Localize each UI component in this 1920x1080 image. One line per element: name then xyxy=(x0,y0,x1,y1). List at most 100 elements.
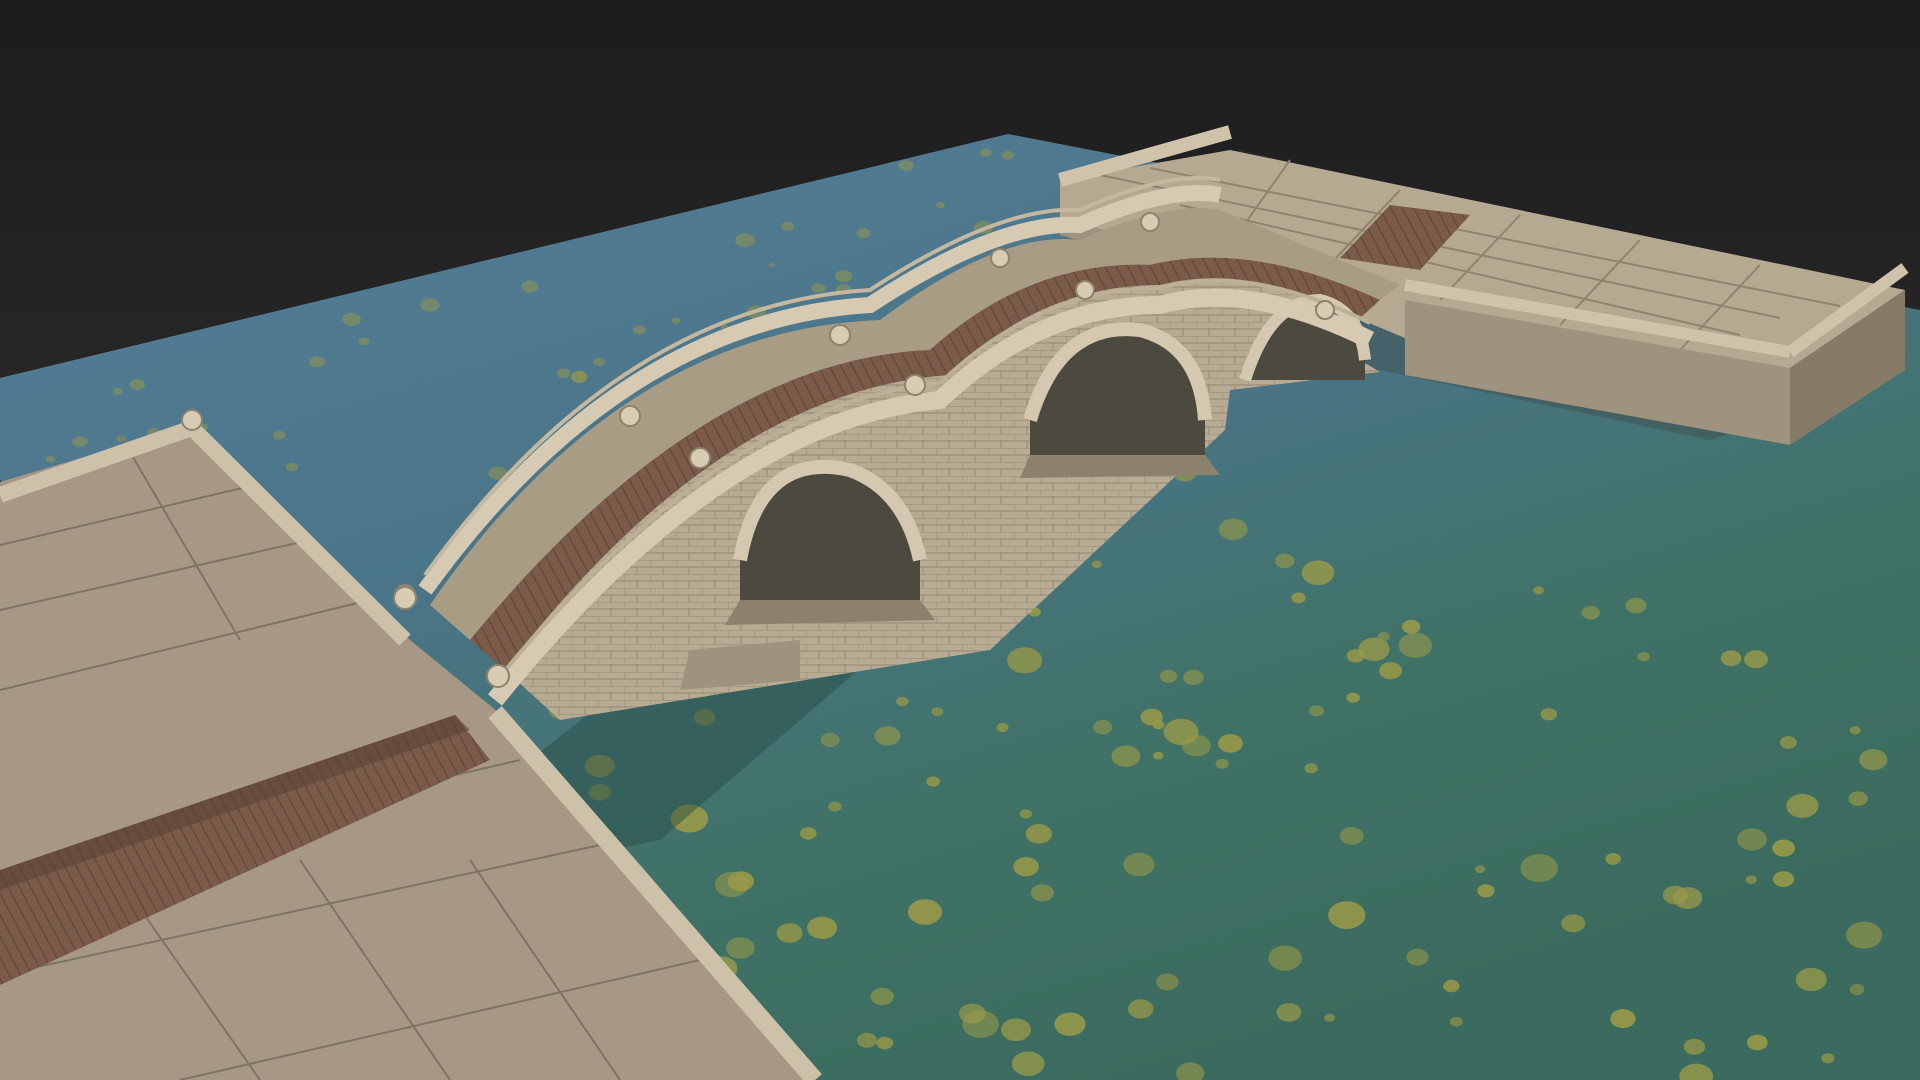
lily-pad xyxy=(1301,560,1335,585)
lily-pad xyxy=(1140,708,1163,726)
lily-pad xyxy=(1581,605,1600,620)
lily-pad xyxy=(1610,1009,1636,1029)
lily-pad xyxy=(811,283,826,294)
lily-pad xyxy=(1007,647,1043,674)
lily-pad xyxy=(593,357,606,366)
lily-pad xyxy=(1030,884,1054,902)
lily-pad xyxy=(1673,887,1703,909)
lily-pad xyxy=(1156,973,1179,991)
lily-pad xyxy=(1450,1016,1463,1027)
lily-pad xyxy=(1019,809,1033,819)
lily-pad xyxy=(874,726,901,746)
lily-pad xyxy=(1402,619,1421,634)
lily-pad xyxy=(1625,597,1647,614)
lily-pad xyxy=(1276,1003,1302,1022)
lily-pad xyxy=(800,827,817,840)
lily-pad xyxy=(1339,827,1364,845)
lily-pad xyxy=(1324,1013,1335,1022)
lily-pad xyxy=(671,317,681,324)
lily-pad xyxy=(962,1010,999,1038)
lily-pad xyxy=(926,776,940,787)
lily-pad xyxy=(1001,1018,1031,1042)
lily-pad xyxy=(1720,650,1742,666)
lily-pad xyxy=(1379,662,1402,680)
lily-pad xyxy=(996,722,1009,733)
lily-pad xyxy=(1159,669,1178,683)
lily-pad xyxy=(1218,734,1243,753)
lily-pad xyxy=(342,312,362,326)
lily-pad xyxy=(1779,736,1797,749)
bridge-render xyxy=(0,0,1920,1080)
lily-pad xyxy=(1011,1051,1045,1076)
lily-pad xyxy=(1181,734,1211,757)
lily-pad xyxy=(1406,948,1429,966)
lily-pad xyxy=(1328,901,1366,929)
lily-pad xyxy=(979,148,992,157)
lily-pad xyxy=(870,987,894,1006)
lily-pad xyxy=(1772,871,1795,887)
lily-pad xyxy=(727,871,755,892)
lily-pad xyxy=(1849,726,1861,735)
lily-pad xyxy=(1848,791,1868,806)
lily-pad xyxy=(633,325,646,335)
lily-pad xyxy=(931,707,944,716)
lily-pad xyxy=(835,270,852,283)
lily-pad xyxy=(1153,751,1164,760)
lily-pad xyxy=(1291,592,1306,604)
lily-pad xyxy=(1309,705,1324,717)
lily-pad xyxy=(1859,749,1888,771)
lily-pad xyxy=(521,280,539,293)
lily-pad xyxy=(358,337,370,346)
lily-pad xyxy=(45,455,55,463)
lily-pad xyxy=(1533,586,1544,595)
lily-pad xyxy=(1398,632,1433,659)
lily-pad xyxy=(898,160,914,172)
lily-pad xyxy=(1001,150,1015,160)
lily-pad xyxy=(807,916,838,939)
lily-pad xyxy=(1123,852,1155,877)
lily-pad xyxy=(1111,745,1141,767)
lily-pad xyxy=(1054,1012,1086,1036)
lily-pad xyxy=(876,1036,894,1050)
lily-pad xyxy=(1745,875,1758,884)
lily-pad xyxy=(1821,1053,1835,1064)
lily-pad xyxy=(936,202,945,209)
lily-pad xyxy=(1746,1034,1768,1051)
lily-pad xyxy=(1274,553,1295,569)
lily-pad xyxy=(735,233,755,248)
lily-pad xyxy=(1846,921,1883,949)
lily-pad xyxy=(570,370,588,383)
lily-pad xyxy=(309,356,325,368)
lily-pad xyxy=(1091,560,1102,569)
lily-pad xyxy=(1377,632,1390,642)
scene xyxy=(0,0,1920,1080)
lily-pad xyxy=(1215,758,1229,769)
lily-pad xyxy=(1093,720,1113,735)
lily-pad xyxy=(776,923,803,943)
lily-pad xyxy=(129,379,145,390)
lily-pad xyxy=(1127,999,1154,1019)
lily-pad xyxy=(1683,1038,1706,1055)
lily-pad xyxy=(726,937,755,959)
lily-pad xyxy=(820,732,840,748)
lily-pad xyxy=(1772,839,1795,857)
lily-pad xyxy=(828,801,842,812)
lily-pad xyxy=(781,221,795,231)
lily-pad xyxy=(556,368,571,379)
lily-pad xyxy=(1637,652,1650,662)
lily-pad xyxy=(1849,984,1865,995)
lily-pad xyxy=(896,696,909,707)
lily-pad xyxy=(908,899,942,925)
lily-pad xyxy=(1025,824,1052,844)
lily-pad xyxy=(113,387,123,395)
lily-pad xyxy=(856,228,871,239)
lily-pad xyxy=(1540,708,1558,721)
lily-pad xyxy=(285,462,298,472)
lily-pad xyxy=(1443,979,1460,993)
lily-pad xyxy=(1561,914,1586,933)
lily-pad xyxy=(1786,793,1819,818)
lily-pad xyxy=(272,430,286,440)
lily-pad xyxy=(72,436,88,448)
lily-pad xyxy=(1795,967,1827,992)
lily-pad xyxy=(1477,884,1495,898)
